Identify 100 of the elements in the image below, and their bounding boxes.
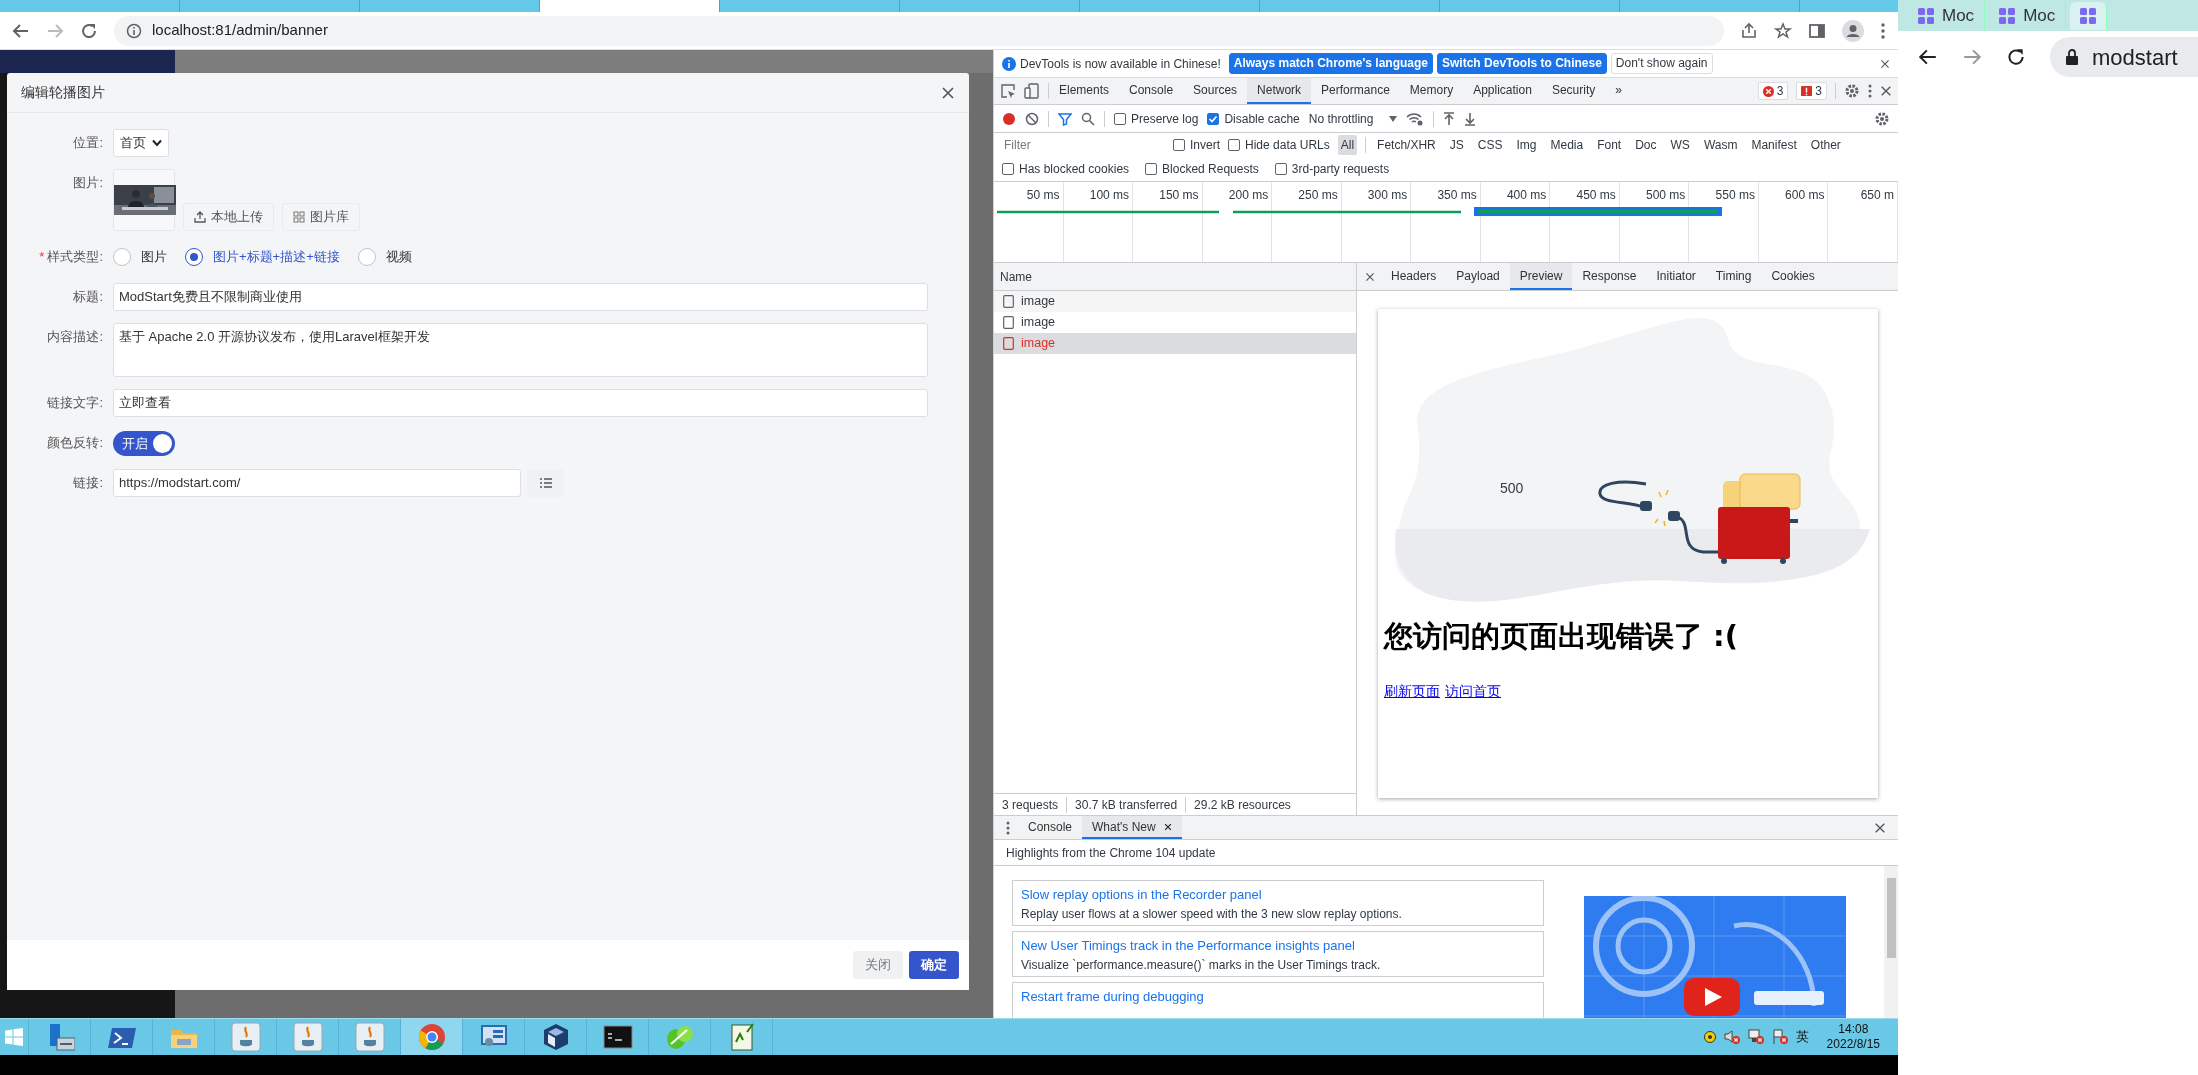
upload-button[interactable]: 本地上传 (183, 203, 274, 231)
share-icon[interactable] (1740, 21, 1758, 40)
detail-tab[interactable]: Headers (1381, 263, 1447, 290)
type-filter[interactable]: CSS (1474, 135, 1506, 155)
panel-tab[interactable]: Security (1541, 78, 1606, 104)
more-icon[interactable] (1880, 21, 1886, 40)
scrollbar[interactable] (1884, 866, 1898, 1018)
news-link[interactable]: Restart frame during debugging (1021, 987, 1535, 1007)
detail-tab[interactable]: Timing (1705, 263, 1762, 290)
cup-icon[interactable] (354, 1022, 385, 1052)
input-method-indicator[interactable]: 英 (1795, 1027, 1809, 1047)
close-button[interactable]: 关闭 (853, 951, 903, 979)
close-icon[interactable] (1365, 271, 1375, 282)
request-row[interactable]: image (994, 291, 1356, 312)
checkbox[interactable] (1274, 163, 1287, 175)
type-filter[interactable]: Other (1807, 135, 1844, 155)
more-icon[interactable] (1868, 84, 1872, 98)
confirm-button[interactable]: 确定 (909, 951, 959, 979)
infobar-button[interactable]: Always match Chrome's language (1228, 52, 1434, 75)
type-filter[interactable]: Img (1513, 135, 1540, 155)
checkbox[interactable] (1002, 163, 1014, 175)
back-icon[interactable] (1918, 47, 1938, 67)
news-link[interactable]: New User Timings track in the Performance insights panel (1021, 936, 1535, 956)
settings-icon[interactable] (1844, 83, 1860, 99)
page-link[interactable]: 刷新页面 (1384, 680, 1440, 702)
radio-button[interactable] (113, 248, 131, 266)
issues-badge[interactable]: 3 (1796, 82, 1827, 100)
detail-tab[interactable]: Cookies (1761, 263, 1825, 290)
console-icon[interactable] (602, 1022, 633, 1052)
panel-tab[interactable]: Sources (1183, 78, 1248, 104)
forward-icon[interactable] (1962, 47, 1982, 67)
errors-badge[interactable]: 3 (1757, 82, 1789, 100)
type-filter[interactable]: Font (1594, 135, 1625, 155)
text-area[interactable]: 基于 Apache 2.0 开源协议发布，使用Laravel框架开发 (113, 323, 928, 377)
close-icon[interactable] (1874, 821, 1886, 834)
reload-icon[interactable] (2006, 47, 2026, 67)
record-icon[interactable] (1002, 111, 1016, 126)
inspect-icon[interactable] (1000, 83, 1016, 99)
toggle-switch[interactable]: 开启 (113, 431, 175, 456)
news-link[interactable]: Slow replay options in the Recorder panel (1021, 885, 1535, 905)
info-icon[interactable] (126, 22, 142, 39)
star-icon[interactable] (1774, 21, 1792, 40)
close-icon[interactable] (1163, 822, 1172, 831)
drawer-tab[interactable]: What's New (1082, 816, 1182, 839)
type-filter[interactable]: WS (1667, 135, 1693, 155)
panel-tab[interactable]: Application (1463, 78, 1542, 104)
checkbox[interactable] (1228, 139, 1240, 151)
drawer-tab[interactable]: Console (1018, 816, 1083, 839)
filter-icon[interactable] (1058, 111, 1072, 126)
text-field[interactable]: ModStart免费且不限制商业使用 (113, 283, 928, 311)
panel-tab[interactable]: Performance (1311, 78, 1400, 104)
page-link[interactable]: 访问首页 (1445, 680, 1501, 702)
more-tabs-button[interactable]: » (1605, 78, 1632, 104)
infobar-button[interactable]: Switch DevTools to Chinese (1437, 52, 1607, 75)
throttling-dropdown[interactable]: No throttling (1308, 109, 1398, 128)
speaker-muted-icon[interactable] (1723, 1029, 1740, 1045)
close-icon[interactable] (1880, 58, 1890, 69)
type-filter[interactable]: Doc (1632, 135, 1660, 155)
request-row[interactable]: image (994, 333, 1356, 354)
request-row[interactable]: image (994, 312, 1356, 333)
browser-tab[interactable]: Moc (1908, 1, 1986, 30)
panel-tab[interactable]: Elements (1049, 78, 1120, 104)
detail-tab[interactable]: Initiator (1646, 263, 1706, 290)
type-filter[interactable]: All (1337, 135, 1358, 155)
avatar-icon[interactable] (1842, 19, 1864, 42)
cup-icon[interactable] (230, 1022, 261, 1052)
url-field[interactable]: https://modstart.com/ (113, 469, 521, 497)
gallery-button[interactable]: 图片库 (282, 203, 360, 231)
download-icon[interactable] (1464, 111, 1477, 126)
settings-icon[interactable] (1874, 110, 1890, 127)
checkbox[interactable] (1145, 163, 1158, 175)
radio-button[interactable] (357, 248, 376, 266)
type-filter[interactable]: Manifest (1748, 135, 1800, 155)
network-error-icon[interactable] (1747, 1029, 1764, 1045)
status-icon[interactable] (1703, 1031, 1716, 1043)
text-field[interactable]: 立即查看 (113, 389, 928, 417)
detail-tab[interactable]: Payload (1446, 263, 1510, 290)
clear-icon[interactable] (1025, 111, 1039, 126)
close-icon[interactable] (941, 85, 955, 100)
more-icon[interactable] (1006, 820, 1010, 835)
flag-error-icon[interactable] (1771, 1029, 1788, 1045)
checkbox[interactable] (1207, 112, 1220, 125)
panel-tab[interactable]: Console (1119, 78, 1184, 104)
panel-tab[interactable]: Network (1247, 78, 1312, 104)
device-icon[interactable] (1024, 83, 1040, 99)
type-filter[interactable]: Wasm (1700, 135, 1741, 155)
position-select[interactable]: 首页 (113, 129, 169, 157)
upload-icon[interactable] (1443, 111, 1456, 126)
wifi-settings-icon[interactable] (1406, 111, 1425, 126)
back-icon[interactable] (12, 21, 30, 40)
checkbox[interactable] (1173, 139, 1185, 151)
sidebar-icon[interactable] (1808, 21, 1826, 40)
type-filter[interactable]: Media (1547, 135, 1587, 155)
browser-tab[interactable]: Moc (1989, 1, 2067, 30)
reload-icon[interactable] (80, 21, 98, 40)
checkbox[interactable] (1114, 112, 1126, 125)
address-bar[interactable]: localhost:81/admin/banner (114, 15, 1724, 46)
list-button[interactable] (527, 469, 564, 497)
infobar-button[interactable]: Don't show again (1610, 52, 1713, 75)
type-filter[interactable]: JS (1446, 135, 1467, 155)
